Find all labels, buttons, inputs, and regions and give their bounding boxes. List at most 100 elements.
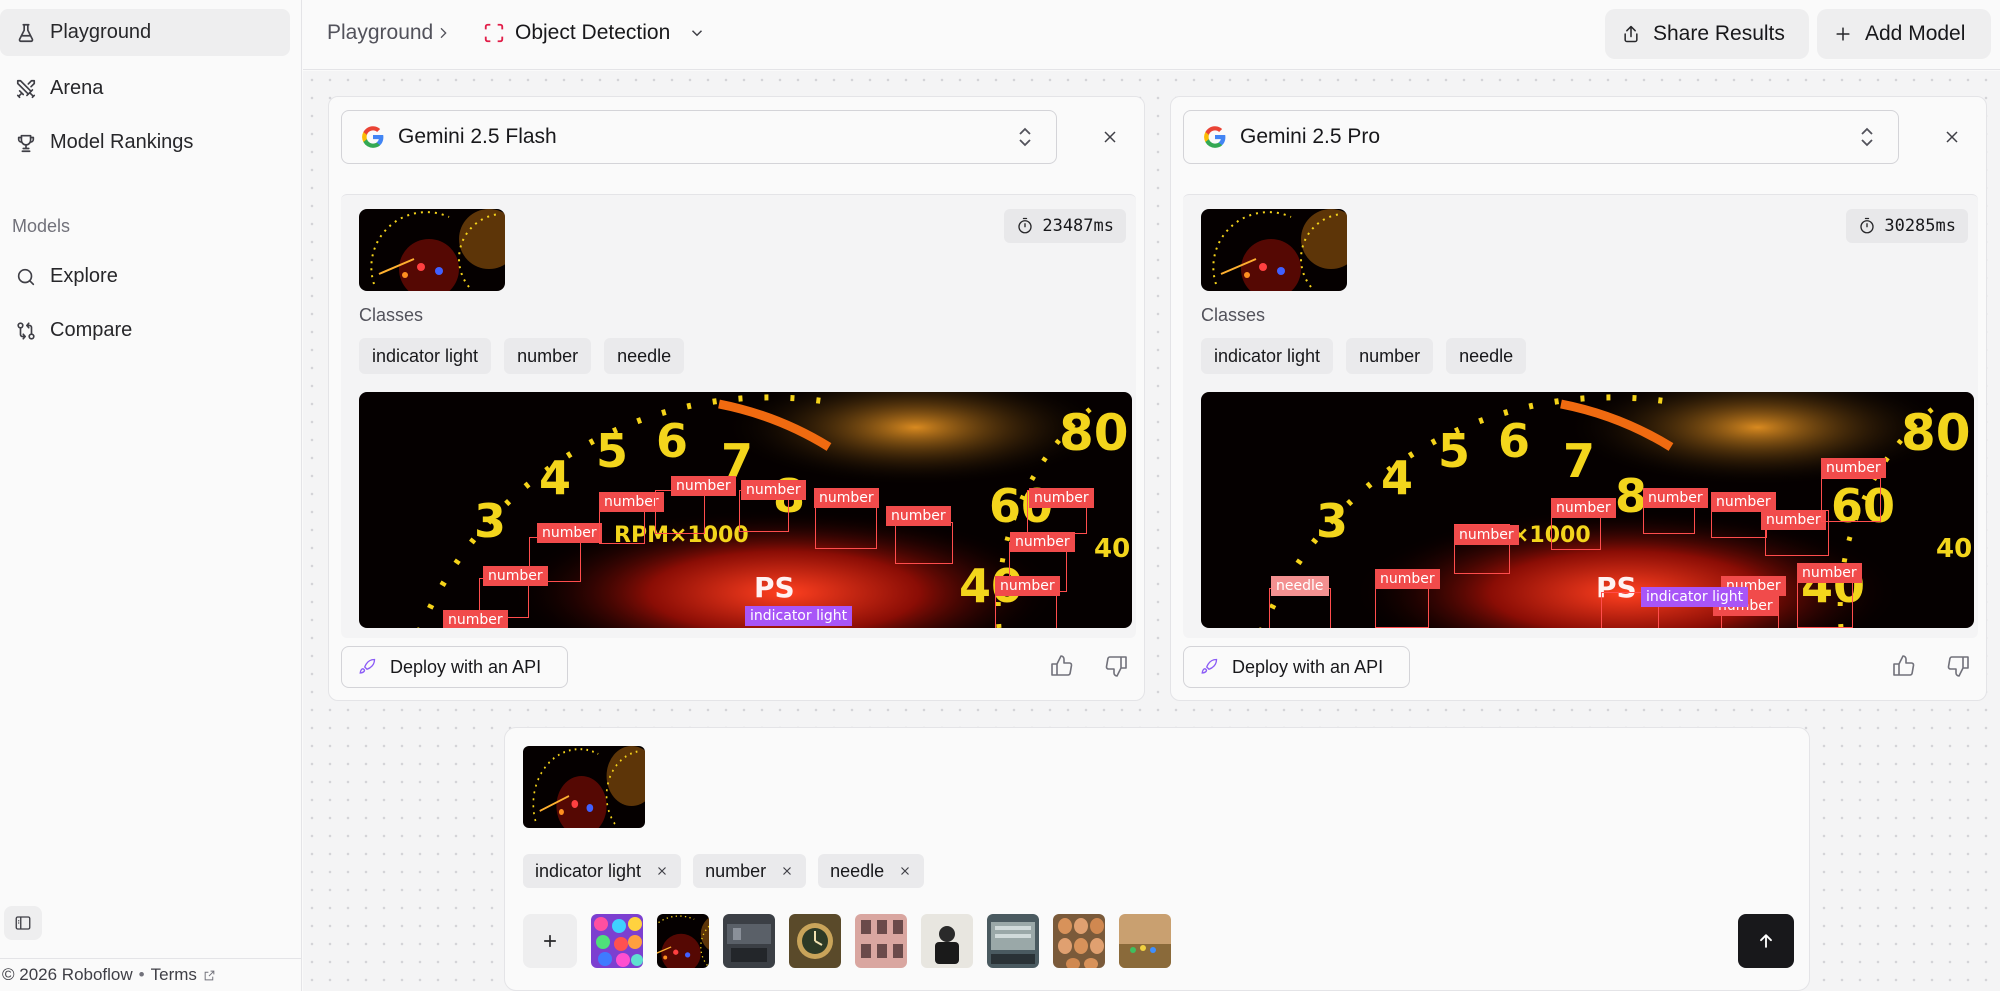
search-icon xyxy=(14,265,38,289)
feedback-buttons xyxy=(1050,654,1128,678)
add-model-button[interactable]: Add Model xyxy=(1817,9,1991,59)
share-results-button[interactable]: Share Results xyxy=(1605,9,1809,59)
task-selector[interactable]: Object Detection xyxy=(483,0,706,66)
collapse-sidebar-button[interactable] xyxy=(4,906,42,940)
result-body: 23487ms Classes indicator light number n… xyxy=(341,194,1136,638)
stopwatch-icon xyxy=(1016,217,1034,235)
detection-label: number xyxy=(1643,488,1708,508)
result-body: 30285ms Classes indicator light number n… xyxy=(1183,194,1978,638)
sidebar-toggle-icon xyxy=(14,914,32,932)
deploy-api-button[interactable]: Deploy with an API xyxy=(1183,646,1410,688)
trophy-icon xyxy=(14,131,38,155)
thumbs-up-icon[interactable] xyxy=(1892,654,1916,678)
remove-icon[interactable] xyxy=(780,864,794,878)
model-panel-flash: Gemini 2.5 Flash 23487ms Classes indicat… xyxy=(328,96,1145,701)
plus-icon xyxy=(540,931,560,951)
model-selector[interactable]: Gemini 2.5 Pro xyxy=(1183,110,1899,164)
external-link-icon xyxy=(203,969,216,982)
detection-label: number xyxy=(599,492,664,512)
class-chip: needle xyxy=(1446,338,1527,374)
close-panel-button[interactable] xyxy=(1095,122,1125,152)
deploy-label: Deploy with an API xyxy=(1232,656,1384,677)
class-chip-number: number xyxy=(693,854,807,888)
input-thumbnail xyxy=(1201,209,1347,291)
classes-label: Classes xyxy=(359,305,424,325)
breadcrumb-playground[interactable]: Playground xyxy=(327,0,433,66)
detection-label: number xyxy=(1010,532,1075,552)
detection-label: number xyxy=(483,566,548,586)
class-chip: number xyxy=(1346,338,1434,374)
thumbs-down-icon[interactable] xyxy=(1104,654,1128,678)
classes-label: Classes xyxy=(1201,305,1266,325)
detection-label: number xyxy=(443,610,508,628)
swords-icon xyxy=(14,77,38,101)
rocket-icon xyxy=(1200,658,1218,676)
sidebar-item-label: Explore xyxy=(50,265,118,287)
class-chip: number xyxy=(504,338,592,374)
detection-label: number xyxy=(741,480,806,500)
composer-class-chips: indicator light number needle xyxy=(523,854,925,888)
sample-image-building[interactable] xyxy=(855,914,907,968)
detection-label: number xyxy=(1711,492,1776,512)
breadcrumb-chevron-icon xyxy=(435,0,451,66)
arrow-up-icon xyxy=(1756,931,1776,951)
footer: © 2026 Roboflow • Terms xyxy=(0,958,302,991)
detection-label: number xyxy=(1551,498,1616,518)
model-name: Gemini 2.5 Flash xyxy=(398,125,557,148)
input-thumbnail xyxy=(359,209,505,291)
google-icon xyxy=(362,126,384,148)
sample-image-outdoor[interactable] xyxy=(1119,914,1171,968)
detection-result-image: needle number number number number numbe… xyxy=(1201,392,1974,628)
flask-icon xyxy=(14,21,38,45)
uploaded-image-thumbnail[interactable] xyxy=(523,746,645,828)
sample-image-candy[interactable] xyxy=(591,914,643,968)
breadcrumb-current: Object Detection xyxy=(515,21,671,44)
send-button[interactable] xyxy=(1738,914,1794,968)
sample-image-machine[interactable] xyxy=(987,914,1039,968)
detection-label: number xyxy=(1029,488,1094,508)
sample-image-workshop[interactable] xyxy=(723,914,775,968)
deploy-api-button[interactable]: Deploy with an API xyxy=(341,646,568,688)
detection-label: number xyxy=(886,506,951,526)
share-label: Share Results xyxy=(1653,22,1785,45)
sample-image-dashboard[interactable] xyxy=(657,914,709,968)
close-icon xyxy=(1942,127,1962,147)
sample-image-person[interactable] xyxy=(921,914,973,968)
sidebar-item-explore[interactable]: Explore xyxy=(0,253,290,300)
inference-time: 30285ms xyxy=(1884,216,1956,236)
detection-label: needle xyxy=(1271,576,1329,596)
panel-footer: Deploy with an API xyxy=(1171,638,1986,700)
chevron-up-down-icon xyxy=(1016,126,1034,154)
terms-link[interactable]: Terms xyxy=(151,965,197,985)
class-chip: indicator light xyxy=(359,338,492,374)
inference-time-badge: 23487ms xyxy=(1004,209,1126,243)
inference-time: 23487ms xyxy=(1042,216,1114,236)
chevron-down-icon xyxy=(680,24,706,42)
detection-label: number xyxy=(995,576,1060,596)
sidebar-item-compare[interactable]: Compare xyxy=(0,307,290,354)
detection-label: number xyxy=(671,476,736,496)
sidebar-item-arena[interactable]: Arena xyxy=(0,65,290,112)
plus-icon xyxy=(1833,24,1853,44)
footer-separator: • xyxy=(138,965,145,984)
class-chip: needle xyxy=(604,338,685,374)
remove-icon[interactable] xyxy=(898,864,912,878)
model-selector[interactable]: Gemini 2.5 Flash xyxy=(341,110,1057,164)
sample-image-eggs[interactable] xyxy=(1053,914,1105,968)
detection-label: number xyxy=(1375,569,1440,589)
thumbs-up-icon[interactable] xyxy=(1050,654,1074,678)
top-header: Playground Object Detection Share Result… xyxy=(303,0,2000,70)
detection-label: number xyxy=(537,523,602,543)
remove-icon[interactable] xyxy=(655,864,669,878)
sidebar-item-playground[interactable]: Playground xyxy=(0,9,290,56)
sidebar-item-label: Model Rankings xyxy=(50,131,194,153)
chip-label: number xyxy=(705,860,767,881)
object-detection-icon xyxy=(483,22,505,44)
close-panel-button[interactable] xyxy=(1937,122,1967,152)
sidebar-item-model-rankings[interactable]: Model Rankings xyxy=(0,119,290,166)
sidebar-item-label: Compare xyxy=(50,319,133,341)
sample-image-clock[interactable] xyxy=(789,914,841,968)
chip-label: needle xyxy=(830,860,885,881)
add-image-button[interactable] xyxy=(523,914,577,968)
thumbs-down-icon[interactable] xyxy=(1946,654,1970,678)
